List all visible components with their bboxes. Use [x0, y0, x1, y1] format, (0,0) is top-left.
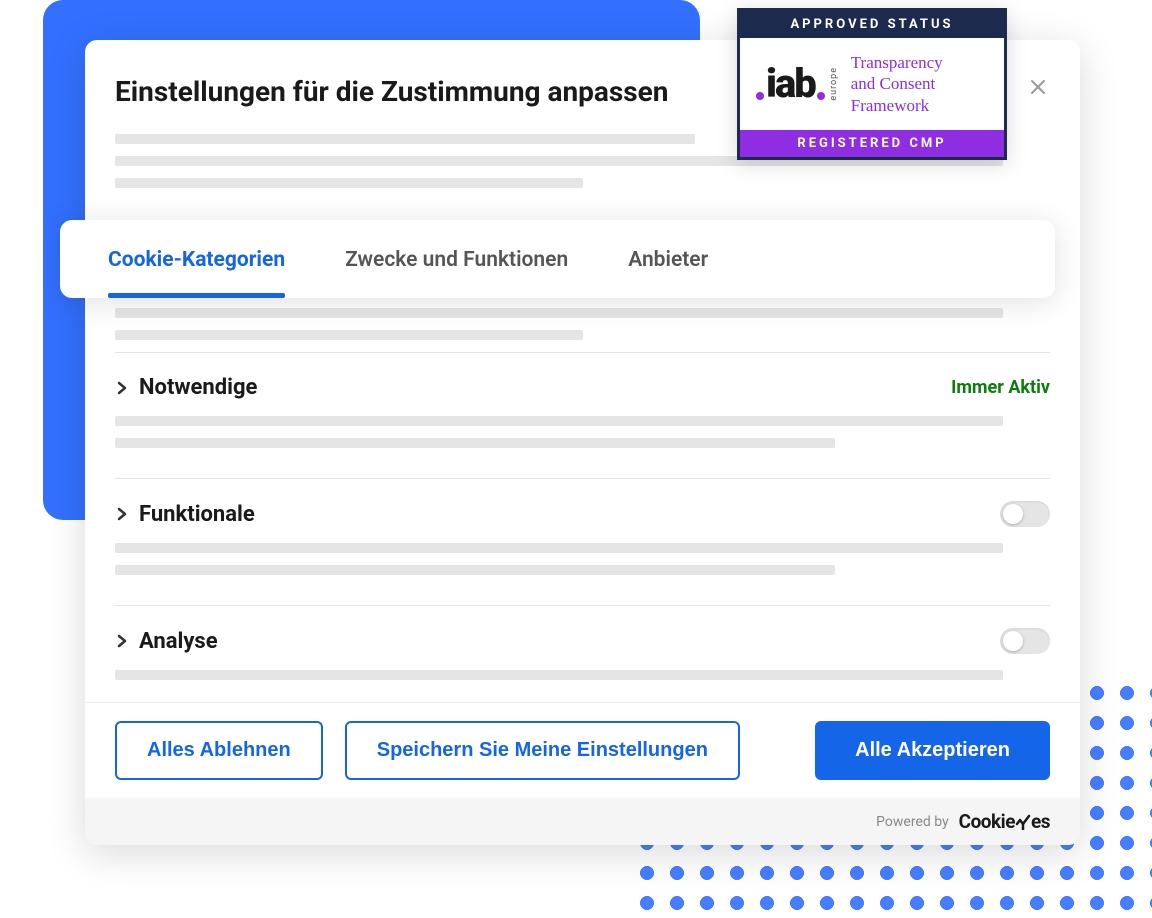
always-active-label: Immer Aktiv	[951, 377, 1050, 398]
powered-by-bar: Powered by Cookie es	[85, 798, 1080, 845]
close-icon	[1030, 79, 1046, 95]
tab-label: Anbieter	[628, 248, 708, 272]
chevron-right-icon	[115, 381, 129, 395]
chevron-right-icon	[115, 634, 129, 648]
tab-label: Cookie-Kategorien	[108, 248, 285, 272]
cookieyes-logo[interactable]: Cookie es	[959, 810, 1050, 833]
category-header[interactable]: Funktionale	[115, 501, 1050, 527]
accept-all-button[interactable]: Alle Akzeptieren	[815, 721, 1050, 780]
iab-dot-icon	[756, 92, 764, 100]
category-title: Notwendige	[139, 375, 257, 400]
content-area: Notwendige Immer Aktiv Funktionale	[85, 308, 1080, 702]
close-button[interactable]	[1026, 75, 1050, 99]
category-title: Funktionale	[139, 502, 255, 527]
tab-vendors[interactable]: Anbieter	[598, 220, 738, 298]
category-title: Analyse	[139, 629, 218, 654]
category-header[interactable]: Notwendige Immer Aktiv	[115, 375, 1050, 400]
cookieyes-brand-part1: Cookie	[959, 810, 1015, 833]
iab-logo-text: iab	[766, 64, 815, 104]
tab-cookie-categories[interactable]: Cookie-Kategorien	[78, 220, 315, 298]
tab-description-skeleton	[115, 308, 1050, 340]
toggle-knob	[1003, 504, 1023, 524]
iab-badge-middle: iab europe Transparency and Consent Fram…	[740, 38, 1004, 130]
iab-europe-label: europe	[829, 67, 839, 101]
powered-by-prefix: Powered by	[876, 814, 949, 830]
save-settings-button[interactable]: Speichern Sie Meine Einstellungen	[345, 721, 740, 780]
modal-footer: Alles Ablehnen Speichern Sie Meine Einst…	[85, 702, 1080, 798]
checkmark-y-icon	[1015, 810, 1031, 833]
toggle-knob	[1003, 631, 1023, 651]
iab-tcf-line2: and Consent	[851, 73, 943, 94]
tab-purposes-functions[interactable]: Zwecke und Funktionen	[315, 220, 598, 298]
iab-dot-icon	[817, 92, 825, 100]
toggle-funktionale[interactable]	[1000, 501, 1050, 527]
iab-tcf-line1: Transparency	[851, 52, 943, 73]
tab-label: Zwecke und Funktionen	[345, 248, 568, 272]
toggle-analyse[interactable]	[1000, 628, 1050, 654]
category-header[interactable]: Analyse	[115, 628, 1050, 654]
chevron-right-icon	[115, 507, 129, 521]
reject-all-button[interactable]: Alles Ablehnen	[115, 721, 323, 780]
iab-tcf-text: Transparency and Consent Framework	[851, 52, 943, 116]
tabs-bar: Cookie-Kategorien Zwecke und Funktionen …	[60, 220, 1055, 298]
iab-badge-bottom-label: REGISTERED CMP	[740, 130, 1004, 157]
category-section-notwendige: Notwendige Immer Aktiv	[115, 352, 1050, 478]
category-section-funktionale: Funktionale	[115, 478, 1050, 605]
consent-settings-modal: Einstellungen für die Zustimmung anpasse…	[85, 40, 1080, 845]
iab-logo-wrap: iab europe	[756, 64, 839, 104]
iab-tcf-line3: Framework	[851, 95, 943, 116]
iab-badge-top-label: APPROVED STATUS	[740, 11, 1004, 38]
iab-approved-badge: APPROVED STATUS iab europe Transparency …	[737, 8, 1007, 160]
cookieyes-brand-part2: es	[1031, 810, 1050, 833]
category-section-analyse: Analyse	[115, 605, 1050, 698]
